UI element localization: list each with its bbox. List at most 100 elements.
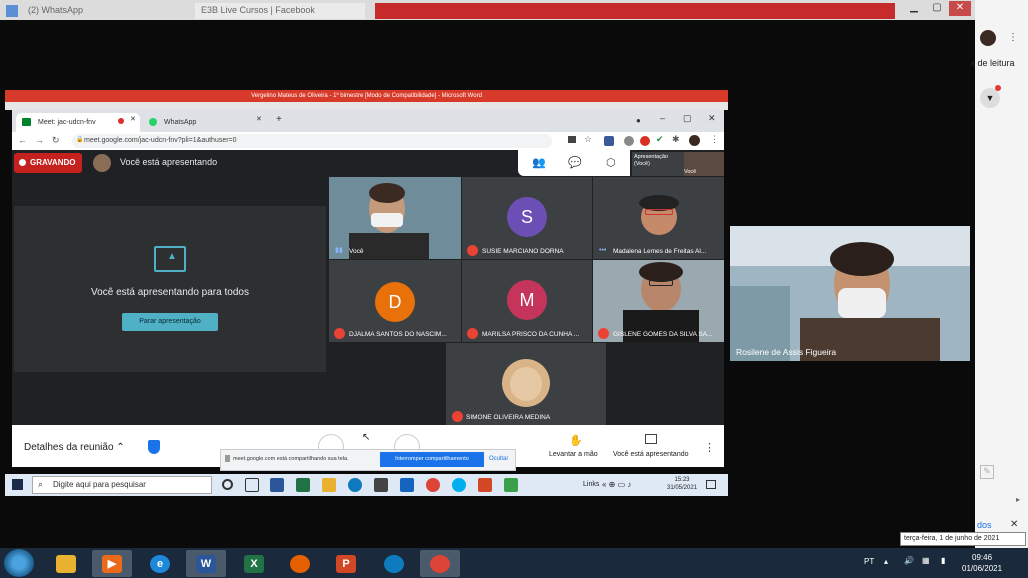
edge-icon (384, 555, 404, 573)
star-icon[interactable]: ☆ (584, 134, 592, 145)
new-tab-icon[interactable]: + (276, 114, 282, 125)
taskbar-ie[interactable]: e (140, 550, 180, 577)
participant-tile[interactable]: M MARILSA PRISCO DA CUNHA ... (462, 260, 592, 342)
stop-presenting-button[interactable]: Parar apresentação (122, 313, 218, 331)
right-panel-link[interactable]: dos (977, 520, 992, 530)
close-tab-icon[interactable]: ✕ (256, 115, 262, 123)
mic-off-icon (467, 245, 478, 256)
taskbar-chrome[interactable] (420, 550, 460, 577)
puzzle-icon[interactable]: ✱ (672, 134, 680, 145)
close-icon[interactable]: ✕ (708, 113, 716, 124)
meeting-details-button[interactable]: Detalhes da reunião ⌃ (24, 442, 125, 453)
hide-notice-link[interactable]: Ocultar (489, 456, 508, 462)
excel-icon: X (244, 555, 264, 573)
taskbar-search-input[interactable]: Digite aqui para pesquisar (32, 476, 212, 494)
task-view-icon[interactable] (245, 478, 259, 492)
edge-icon[interactable] (348, 478, 362, 492)
extension-icon[interactable] (604, 136, 614, 146)
taskbar-media-player[interactable]: ▶ (92, 550, 132, 577)
more-vert-icon[interactable]: ⋮ (1008, 32, 1018, 43)
battery-icon[interactable]: ▮ (941, 556, 945, 565)
inner-clock[interactable]: 15:23 31/05/2021 (667, 476, 697, 492)
extension-icon[interactable] (640, 136, 650, 146)
outer-tab-whatsapp[interactable]: (2) WhatsApp (22, 3, 172, 19)
close-icon[interactable]: ✕ (1010, 519, 1018, 530)
volume-icon[interactable]: 🔊 (904, 556, 914, 565)
folder-icon[interactable] (322, 478, 336, 492)
url-field[interactable]: meet.google.com/jac-udcn-fnv?pli=1&authu… (72, 134, 552, 148)
more-vert-icon[interactable]: ⋮ (710, 134, 719, 145)
minimize-icon[interactable]: ▁ (903, 1, 925, 16)
network-icon[interactable]: ▦ (922, 556, 930, 565)
links-toolbar[interactable]: Links (583, 481, 599, 488)
taskbar-powerpoint[interactable]: P (326, 550, 366, 577)
avatar[interactable] (980, 30, 996, 46)
minimize-icon[interactable]: – (660, 113, 665, 123)
taskbar-firefox[interactable] (280, 550, 320, 577)
reload-icon[interactable]: ↻ (52, 135, 60, 146)
side-participant-video[interactable]: Rosilene de Assis Figueira (730, 226, 970, 361)
taskbar-explorer[interactable] (46, 550, 86, 577)
edit-icon[interactable]: ✎ (980, 465, 994, 479)
mail-icon[interactable] (400, 478, 414, 492)
participant-tile[interactable]: S SUSIE MARCIANO DORNA (462, 177, 592, 259)
language-indicator[interactable]: PT (864, 557, 874, 566)
present-screen-icon[interactable] (645, 434, 657, 444)
close-tab-icon[interactable]: ✕ (130, 115, 136, 123)
participant-tile[interactable]: GISLENE GOMES DA SILVA SA... (593, 260, 724, 342)
outer-tab-facebook[interactable]: E3B Live Cursos | Facebook (195, 3, 365, 19)
shield-icon[interactable] (148, 440, 160, 454)
chat-icon[interactable]: 💬 (568, 156, 582, 169)
more-vert-icon[interactable]: ⋮ (704, 441, 715, 454)
mic-off-icon (467, 328, 478, 339)
main-clock[interactable]: 09:46 01/06/2021 (962, 552, 1002, 574)
participant-tile[interactable]: D DJALMA SANTOS DO NASCIM... (329, 260, 461, 342)
avatar[interactable] (689, 135, 700, 146)
app-icon (6, 5, 18, 17)
hand-icon[interactable]: ✋ (569, 434, 583, 447)
maximize-icon[interactable]: ▢ (926, 1, 948, 16)
cortana-icon[interactable] (222, 479, 233, 490)
scroll-arrow-icon[interactable]: ▸ (1016, 495, 1020, 504)
word-title: Vergelino Mateus de Oliveira - 1º bimest… (251, 93, 482, 99)
mic-off-icon (598, 328, 609, 339)
check-icon[interactable]: ✔ (656, 134, 664, 145)
tray-icons[interactable]: « ⊕ ▭ ♪ (602, 480, 631, 489)
raise-hand-button[interactable]: Levantar a mão (549, 451, 598, 458)
restore-icon[interactable]: ▢ (683, 113, 692, 124)
notification-icon[interactable] (706, 480, 716, 489)
word-icon[interactable] (270, 478, 284, 492)
taskbar-edge[interactable] (374, 550, 414, 577)
participant-tile[interactable]: ▮▮ Você (329, 177, 461, 259)
tab-whatsapp[interactable]: WhatsApp (142, 113, 266, 132)
back-icon[interactable]: ← (18, 135, 27, 145)
taskbar-word[interactable]: W (186, 550, 226, 577)
windows-start-icon[interactable] (12, 479, 23, 490)
grip-icon[interactable] (225, 455, 230, 462)
store-icon[interactable] (374, 478, 388, 492)
camera-icon[interactable] (568, 136, 576, 143)
participant-name: DJALMA SANTOS DO NASCIM... (349, 331, 447, 338)
powerpoint-icon[interactable] (478, 478, 492, 492)
close-icon[interactable]: ✕ (949, 1, 971, 16)
reading-mode-label[interactable]: a de leitura (970, 58, 1015, 68)
tray-expand-icon[interactable]: ▴ (884, 557, 888, 566)
forward-icon[interactable]: → (35, 135, 44, 145)
chevron-down-icon[interactable]: ▼ (980, 88, 1000, 108)
taskbar-excel[interactable]: X (234, 550, 274, 577)
windows-start-icon[interactable] (4, 549, 34, 577)
participant-tile[interactable]: SIMONE OLIVEIRA MEDINA (446, 343, 606, 425)
skype-icon[interactable] (452, 478, 466, 492)
you-presenting-button[interactable]: Você está apresentando (613, 451, 689, 458)
lock-icon: 🔒 (76, 137, 84, 143)
people-icon[interactable]: 👥 (532, 156, 546, 169)
excel-icon[interactable] (296, 478, 310, 492)
activities-icon[interactable]: ⬡ (606, 156, 616, 169)
app-icon[interactable] (504, 478, 518, 492)
browser-profile-icon[interactable]: ● (636, 116, 641, 125)
word-icon: W (196, 555, 216, 573)
extension-icon[interactable] (624, 136, 634, 146)
participant-tile[interactable]: ••• Madalena Lemes de Freitas Al... (593, 177, 724, 259)
chrome-icon[interactable] (426, 478, 440, 492)
stop-sharing-button[interactable]: Interromper compartilhamento (380, 452, 484, 467)
